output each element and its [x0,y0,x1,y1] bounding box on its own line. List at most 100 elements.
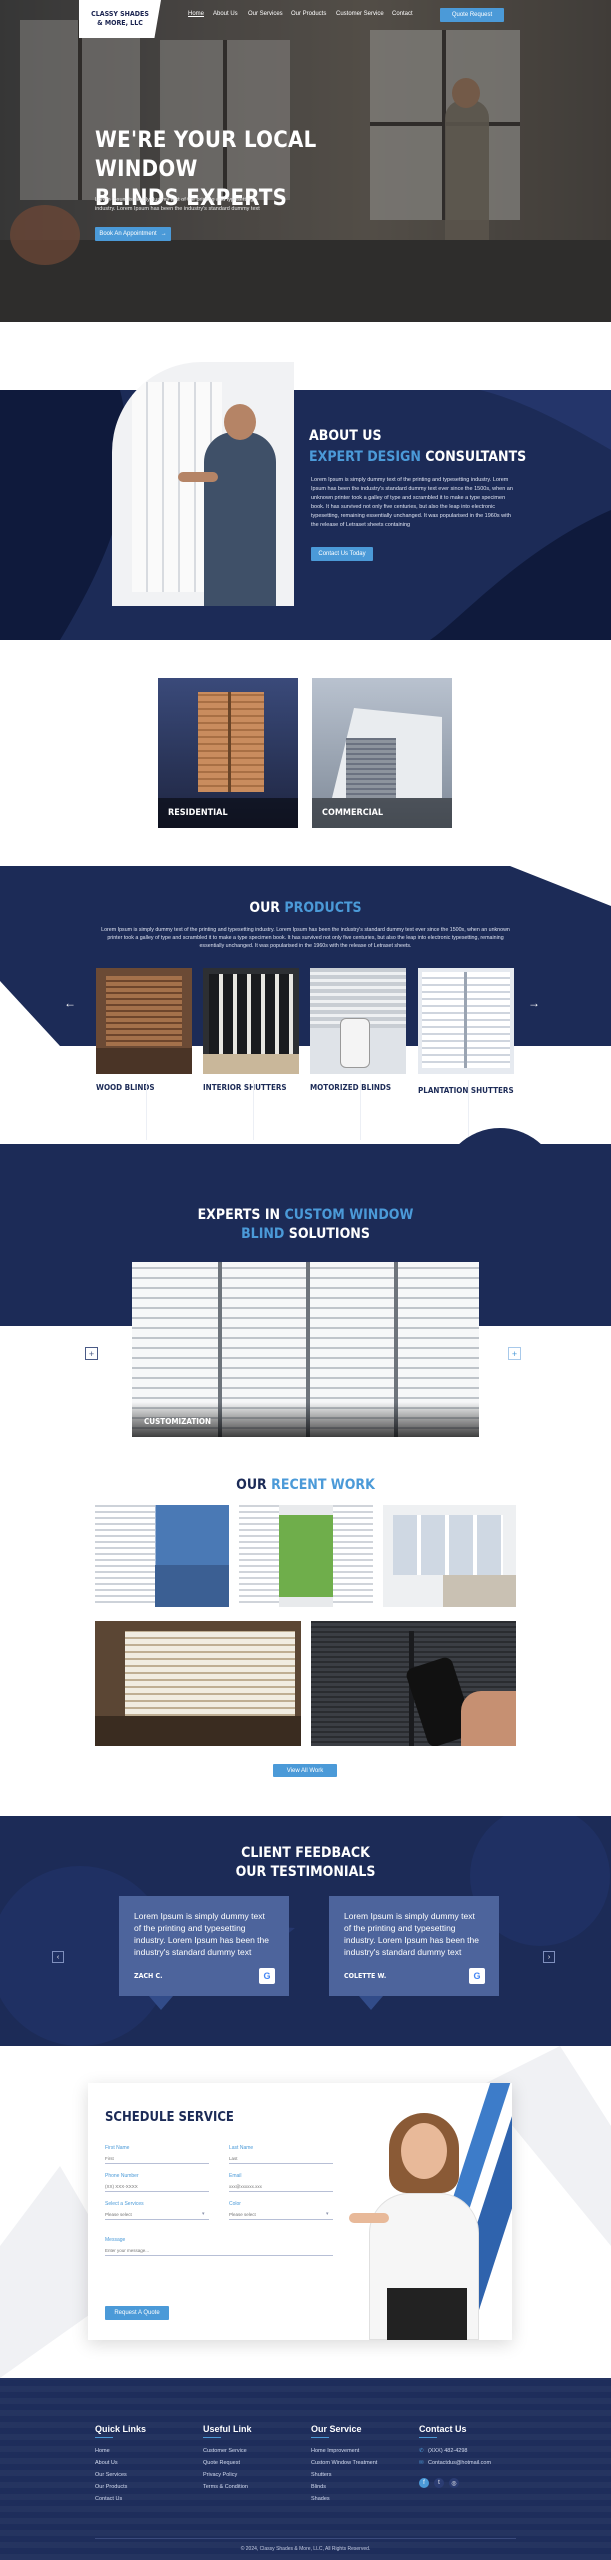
phone-icon: ✆ [419,2448,424,2454]
category-residential[interactable]: RESIDENTIAL [158,678,298,828]
footer-our-service-title: Our Service [311,2424,362,2434]
products-decoration [0,866,611,1046]
about-subtitle-highlight: EXPERT DESIGN [309,449,421,465]
request-quote-button[interactable]: Request A Quote [105,2306,169,2320]
product-name-plantation-shutters[interactable]: PLANTATION SHUTTERS [418,1086,514,1095]
experts-prev-button[interactable]: + [85,1347,98,1360]
last-name-field[interactable] [229,2153,333,2164]
testimonials-title-line2: OUR TESTIMONIALS [235,1864,376,1880]
footer-link-blinds[interactable]: Blinds [311,2484,326,2490]
testimonial-author: COLETTE W. [344,1972,387,1980]
work-photo-1[interactable] [95,1505,229,1607]
page: CLASSY SHADES & MORE, LLC Home About Us O… [0,0,611,2560]
products-text: Lorem Ipsum is simply dummy text of the … [101,927,510,949]
twitter-icon[interactable]: t [434,2478,444,2488]
footer-link-shades[interactable]: Shades [311,2496,330,2502]
experts-title-highlight1: CUSTOM WINDOW [284,1207,414,1223]
color-label: Color [229,2201,241,2207]
brand-name-line1: CLASSY SHADES [91,10,149,18]
testimonial-text: Lorem Ipsum is simply dummy text of the … [344,1911,479,1957]
work-photo-3[interactable] [383,1505,516,1607]
footer-link-quote-request[interactable]: Quote Request [203,2460,240,2466]
footer-link-our-services[interactable]: Our Services [95,2472,127,2478]
product-card-motorized-blinds[interactable] [310,968,406,1074]
products-next-arrow-icon[interactable]: → [528,996,540,1010]
footer-copyright: © 2024, Classy Shades & More, LLC, All R… [240,2546,371,2552]
work-title-plain: OUR [236,1477,267,1493]
book-appointment-button[interactable]: Book An Appointment → [95,227,171,241]
category-residential-label: RESIDENTIAL [168,808,228,818]
color-select[interactable] [229,2209,333,2220]
footer-link-about-us[interactable]: About Us [95,2460,118,2466]
schedule-title: SCHEDULE SERVICE [105,2110,234,2125]
plus-icon: + [88,1348,95,1359]
product-card-interior-shutters[interactable] [203,968,299,1074]
testimonial-card: Lorem Ipsum is simply dummy text of the … [119,1896,289,2010]
message-field[interactable] [105,2245,333,2256]
contact-us-today-button[interactable]: Contact Us Today [311,547,373,561]
product-card-wood-blinds[interactable] [96,968,192,1074]
footer-link-home[interactable]: Home [95,2448,110,2454]
category-commercial[interactable]: COMMERCIAL [312,678,452,828]
footer-useful-link-title: Useful Link [203,2424,252,2434]
phone-field[interactable] [105,2181,209,2192]
nav-our-services[interactable]: Our Services [248,11,283,17]
testimonials-next-button[interactable]: › [543,1951,555,1963]
nav-home[interactable]: Home [188,11,204,17]
footer-link-terms[interactable]: Terms & Condition [203,2484,248,2490]
category-commercial-label: COMMERCIAL [322,808,384,818]
nav-contact[interactable]: Contact [392,11,413,17]
brand-name-line2: & MORE, LLC [97,19,143,27]
footer-link-contact-us[interactable]: Contact Us [95,2496,122,2502]
phone-label: Phone Number [105,2173,139,2179]
view-all-work-button[interactable]: View All Work [273,1764,337,1777]
instagram-icon[interactable]: ◎ [449,2478,459,2488]
footer-link-customer-service[interactable]: Customer Service [203,2448,247,2454]
experts-next-button[interactable]: + [508,1347,521,1360]
product-name-motorized-blinds[interactable]: MOTORIZED BLINDS [310,1083,391,1092]
chevron-down-icon: ▾ [202,2211,205,2217]
footer-link-home-improvement[interactable]: Home Improvement [311,2448,359,2454]
testimonial-author: ZACH C. [134,1972,163,1980]
experts-slide-label: CUSTOMIZATION [144,1417,212,1426]
nav-about-us[interactable]: About Us [213,11,238,17]
nav-customer-service[interactable]: Customer Service [336,11,384,17]
footer-quick-links-title: Quick Links [95,2424,147,2434]
experts-title-plain1: EXPERTS IN [197,1207,281,1223]
footer-phone[interactable]: (XXX) 482-4298 [428,2448,467,2454]
product-name-interior-shutters[interactable]: INTERIOR SHUTTERS [203,1083,287,1092]
email-field[interactable] [229,2181,333,2192]
work-photo-2[interactable] [239,1505,373,1607]
experts-slide-image: CUSTOMIZATION [132,1262,479,1437]
testimonials-prev-button[interactable]: ‹ [52,1951,64,1963]
brand-logo[interactable]: CLASSY SHADES & MORE, LLC [79,0,161,38]
products-prev-arrow-icon[interactable]: ← [64,996,76,1010]
work-photo-4[interactable] [95,1621,301,1746]
footer-email[interactable]: Contactdus@hotmail.com [428,2460,491,2466]
footer-link-custom-window-treatment[interactable]: Custom Window Treatment [311,2460,377,2466]
chevron-left-icon: ‹ [56,1953,60,1961]
about-subtitle-rest: CONSULTANTS [425,449,527,465]
last-name-label: Last Name [229,2145,254,2151]
support-agent-image [349,2083,512,2340]
experts-title: EXPERTS IN CUSTOM WINDOW BLIND SOLUTIONS [0,1206,611,1244]
service-label: Select a Services [105,2201,144,2207]
testimonial-card: Lorem Ipsum is simply dummy text of the … [329,1896,499,2010]
product-card-plantation-shutters[interactable] [418,968,514,1074]
email-icon: ✉ [419,2460,424,2466]
facebook-icon[interactable]: f [419,2478,429,2488]
book-appointment-label: Book An Appointment [99,231,157,237]
about-image [112,362,294,606]
footer-link-our-products[interactable]: Our Products [95,2484,127,2490]
hero-section: CLASSY SHADES & MORE, LLC Home About Us O… [0,0,611,322]
nav-our-products[interactable]: Our Products [291,11,326,17]
footer-link-shutters[interactable]: Shutters [311,2472,331,2478]
products-title: OUR PRODUCTS [0,900,611,916]
first-name-field[interactable] [105,2153,209,2164]
service-select[interactable] [105,2209,209,2220]
footer-link-privacy-policy[interactable]: Privacy Policy [203,2472,237,2478]
products-title-highlight: PRODUCTS [284,900,362,916]
quote-request-button[interactable]: Quote Request [440,8,504,22]
testimonials-title: CLIENT FEEDBACK OUR TESTIMONIALS [0,1844,611,1882]
work-photo-5[interactable] [311,1621,516,1746]
